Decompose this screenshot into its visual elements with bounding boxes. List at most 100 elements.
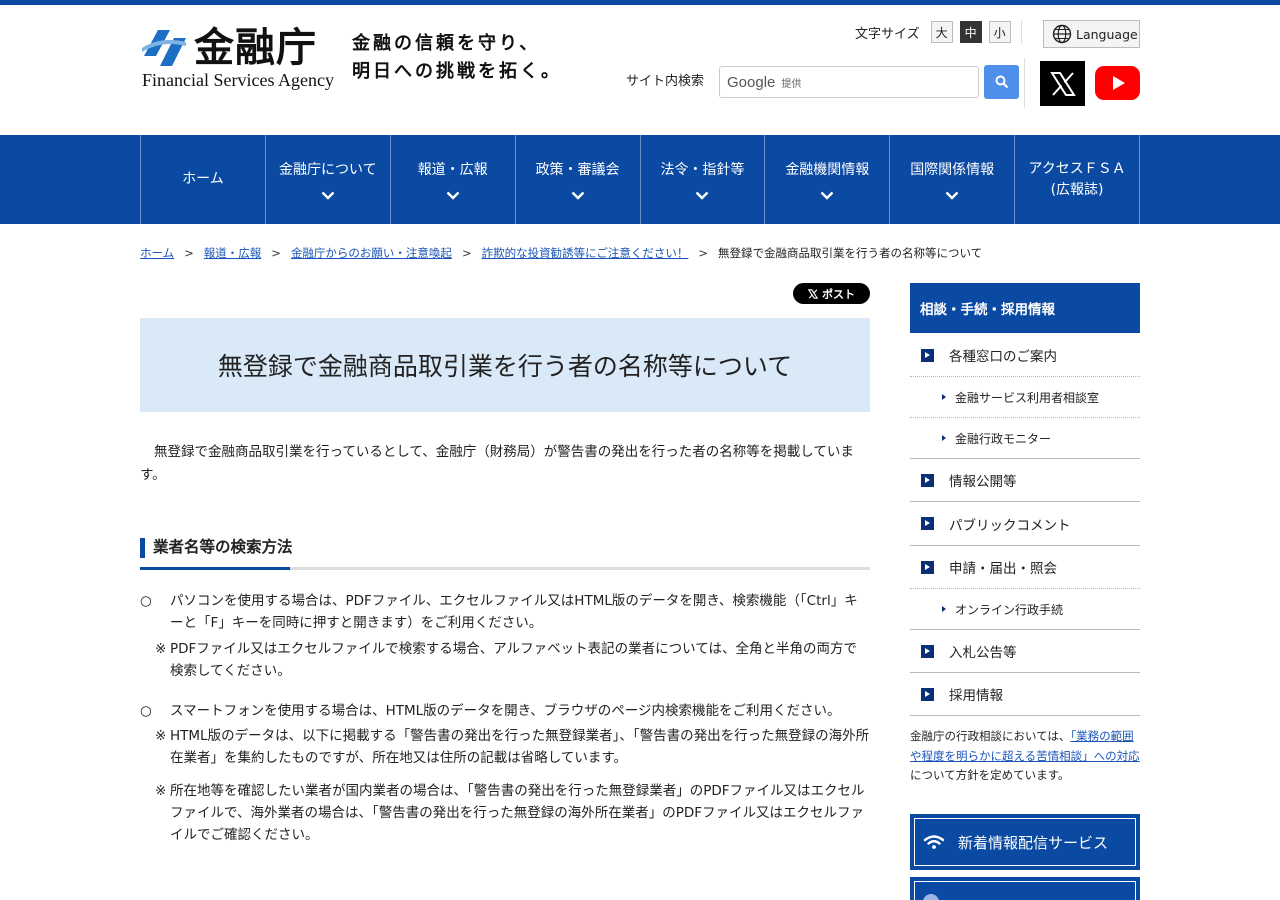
breadcrumb-link-warnings[interactable]: 金融庁からのお願い・注意喚起 [291, 245, 452, 261]
method-pc-note: ※ PDFファイル又はエクセルファイルで検索する場合、アルファベット表記の業者に… [140, 638, 870, 682]
breadcrumb-separator: > [698, 246, 708, 260]
sidebar-item-label: 申請・届出・照会 [949, 561, 1057, 577]
search-button[interactable] [984, 65, 1019, 99]
method-pc-text: パソコンを使用する場合は、PDFファイル、エクセルファイル又はHTML版のデータ… [170, 593, 858, 631]
arrow-square-icon [921, 644, 934, 658]
triangle-right-icon [942, 606, 946, 612]
chevron-down-icon [571, 191, 584, 200]
header-divider [1021, 20, 1022, 44]
site-search-label: サイト内検索 [626, 74, 705, 89]
method-smartphone-note-2: ※ 所在地等を確認したい業者が国内業者の場合は、「警告書の発出を行った無登録業者… [140, 780, 870, 846]
breadcrumb-current: 無登録で金融商品取引業を行う者の名称等について [718, 246, 983, 260]
triangle-right-icon [942, 394, 946, 400]
sidebar-item-public-comment[interactable]: パブリックコメント [910, 502, 1140, 545]
sidebar-heading: 相談・手続・採用情報 [910, 283, 1140, 333]
sidebar-subitem-label: 金融行政モニター [955, 431, 1052, 446]
sidebar-subitem-consultation[interactable]: 金融サービス利用者相談室 [910, 377, 1140, 417]
note-mark: ※ [155, 728, 167, 744]
logo-english-text: Financial Services Agency [142, 70, 334, 90]
nav-item-label: 国際関係情報 [910, 161, 995, 178]
breadcrumb: ホーム > 報道・広報 > 金融庁からのお願い・注意喚起 > 詐欺的な投資勧誘等… [140, 245, 982, 261]
youtube-link[interactable] [1095, 66, 1140, 100]
fsa-logo[interactable]: 金融庁 Financial Services Agency [140, 22, 340, 92]
nav-item-label: ホーム [182, 171, 224, 187]
sidebar-item-applications[interactable]: 申請・届出・照会 [910, 546, 1140, 588]
rss-service-button[interactable]: 新着情報配信サービス [910, 814, 1140, 870]
sidebar-note: 金融庁の行政相談においては、「業務の範囲や程度を明らかに超える苦情相談」への対応… [910, 727, 1140, 786]
chevron-down-icon [446, 191, 460, 200]
breadcrumb-separator: > [271, 246, 281, 260]
global-nav: ホーム 金融庁について 報道・広報 政策・審議会 法令・指針等 金融機関情報 国… [0, 135, 1280, 224]
sidebar-subitem-online-procedures[interactable]: オンライン行政手続 [910, 589, 1140, 629]
chevron-down-icon [945, 191, 959, 200]
logo-japanese-text: 金融庁 [194, 24, 317, 71]
nav-item-home[interactable]: ホーム [141, 135, 266, 224]
x-link[interactable] [1040, 61, 1085, 106]
globe-icon [1052, 24, 1072, 44]
tagline-line-2: 明日への挑戦を拓く。 [352, 61, 562, 82]
nav-item-label: 政策・審議会 [535, 161, 620, 178]
note-mark: ※ [155, 783, 167, 799]
language-button[interactable]: Language [1043, 20, 1140, 48]
font-size-switcher: 文字サイズ 大 中 小 [855, 20, 1011, 44]
chevron-down-icon [321, 191, 335, 200]
nav-item-laws[interactable]: 法令・指針等 [641, 135, 766, 224]
page-title: 無登録で金融商品取引業を行う者の名称等について [217, 352, 793, 381]
sidebar-divider [910, 715, 1140, 716]
sidebar-item-disclosure[interactable]: 情報公開等 [910, 459, 1140, 501]
tagline: 金融の信頼を守り、 明日への挑戦を拓く。 [352, 30, 562, 86]
arrow-square-icon [921, 473, 934, 487]
sidebar-item-contacts[interactable]: 各種窓口のご案内 [910, 334, 1140, 376]
intro-text: 無登録で金融商品取引業を行っているとして、金融庁（財務局）が警告書の発出を行った… [140, 444, 854, 483]
breadcrumb-separator: > [184, 246, 194, 260]
site-search-input[interactable]: Google 提供 [719, 66, 979, 98]
method-smartphone-note-1: ※ HTML版のデータは、以下に掲載する「警告書の発出を行った無登録業者」、「警… [140, 725, 870, 769]
nav-item-label: 報道・広報 [417, 161, 488, 178]
nav-item-label: 法令・指針等 [660, 161, 745, 178]
chevron-down-icon [696, 191, 709, 200]
method-smartphone-note-2-text: 所在地等を確認したい業者が国内業者の場合は、「警告書の発出を行った無登録業者」の… [170, 783, 865, 843]
nav-item-press[interactable]: 報道・広報 [391, 135, 516, 224]
method-smartphone-text: スマートフォンを使用する場合は、HTML版のデータを開き、ブラウザのページ内検索… [170, 703, 841, 719]
chevron-down-icon [820, 191, 834, 200]
method-smartphone: ○ スマートフォンを使用する場合は、HTML版のデータを開き、ブラウザのページ内… [140, 700, 870, 722]
breadcrumb-link-fraud[interactable]: 詐欺的な投資勧誘等にご注意ください！ [482, 245, 689, 261]
sidebar-item-label: 情報公開等 [949, 474, 1017, 490]
nav-item-policy[interactable]: 政策・審議会 [516, 135, 641, 224]
nav-item-institutions[interactable]: 金融機関情報 [765, 135, 891, 224]
nav-item-label: 金融機関情報 [785, 161, 870, 178]
x-post-button[interactable]: ポスト [793, 283, 870, 304]
global-nav-items: ホーム 金融庁について 報道・広報 政策・審議会 法令・指針等 金融機関情報 国… [140, 135, 1140, 224]
nav-item-international[interactable]: 国際関係情報 [890, 135, 1016, 224]
section-heading: 業者名等の検索方法 [140, 536, 870, 570]
arrow-square-icon [921, 560, 934, 574]
method-smartphone-note-1-text: HTML版のデータは、以下に掲載する「警告書の発出を行った無登録業者」、「警告書… [170, 728, 870, 766]
sidebar-note-after: について方針を定めています。 [910, 768, 1070, 782]
font-size-medium-button[interactable]: 中 [959, 21, 982, 43]
rss-service-label: 新着情報配信サービス [958, 833, 1109, 852]
header-divider [1024, 58, 1025, 108]
sidebar-subitem-label: 金融サービス利用者相談室 [955, 390, 1100, 405]
sidebar-item-label: 入札公告等 [949, 645, 1017, 661]
arrow-square-icon [921, 517, 934, 530]
sidebar-note-before: 金融庁の行政相談においては、 [910, 729, 1071, 743]
sidebar-item-recruitment[interactable]: 採用情報 [910, 673, 1140, 715]
nav-item-access-fsa[interactable]: アクセスＦＳＡ (広報誌) [1015, 135, 1140, 224]
language-label: Language [1076, 26, 1138, 42]
google-provided-label: 提供 [781, 78, 802, 90]
sidebar-item-label: 採用情報 [949, 688, 1003, 704]
font-size-label: 文字サイズ [855, 26, 920, 42]
sidebar-secondary-button[interactable] [910, 877, 1140, 900]
note-mark: ※ [155, 641, 167, 657]
page-title-box: 無登録で金融商品取引業を行う者の名称等について [140, 318, 870, 412]
breadcrumb-link-press[interactable]: 報道・広報 [204, 245, 262, 261]
sidebar-item-bidding[interactable]: 入札公告等 [910, 630, 1140, 672]
sidebar-subitem-monitor[interactable]: 金融行政モニター [910, 418, 1140, 458]
font-size-small-button[interactable]: 小 [988, 21, 1011, 43]
nav-item-about[interactable]: 金融庁について [266, 135, 391, 224]
font-size-large-button[interactable]: 大 [930, 21, 953, 43]
tagline-line-1: 金融の信頼を守り、 [352, 33, 541, 54]
sidebar-item-label: 各種窓口のご案内 [949, 349, 1057, 365]
breadcrumb-link-home[interactable]: ホーム [140, 245, 174, 261]
nav-item-label: 金融庁について [279, 161, 377, 178]
